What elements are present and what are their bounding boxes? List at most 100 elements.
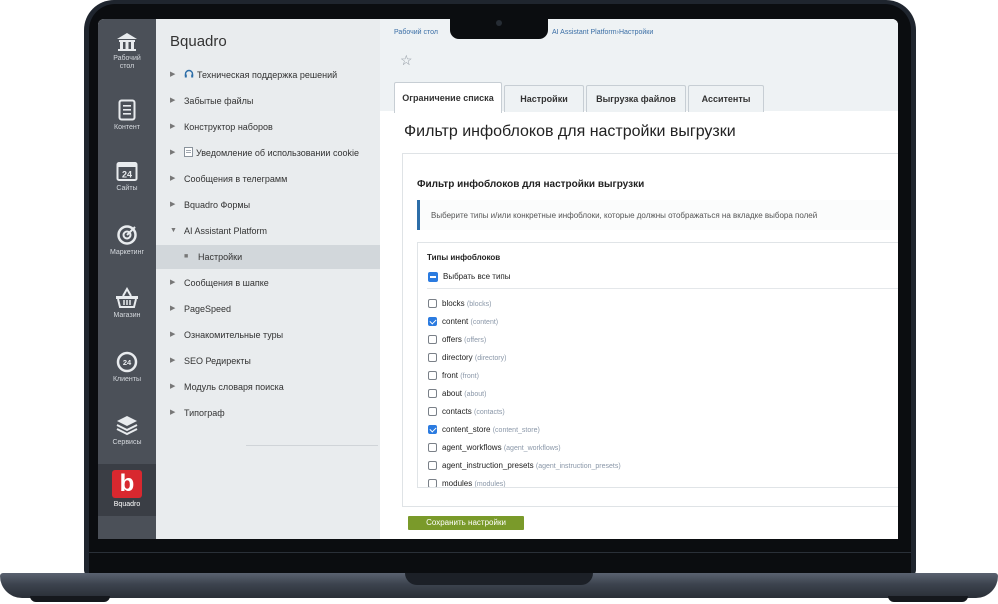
checkbox[interactable] bbox=[428, 443, 437, 453]
type-row[interactable]: agent_instruction_presets (agent_instruc… bbox=[428, 460, 621, 472]
menu-item-cookie-notice[interactable]: ▶ Уведомление об использовании cookie bbox=[156, 141, 380, 165]
svg-text:24: 24 bbox=[123, 358, 132, 367]
type-name: content_store bbox=[442, 425, 491, 434]
menu-item-typograf[interactable]: ▶ Типограф bbox=[156, 401, 380, 425]
tab-list-limit[interactable]: Ограничение списка bbox=[394, 82, 502, 113]
nav-sites[interactable]: 24 Сайты bbox=[98, 160, 156, 193]
nav-label: Сайты bbox=[116, 185, 138, 192]
document-icon bbox=[118, 99, 136, 121]
menu-title: Bquadro bbox=[170, 33, 227, 50]
type-name: offers bbox=[442, 335, 462, 344]
laptop-base-groove bbox=[405, 573, 593, 585]
laptop-chin bbox=[89, 539, 911, 575]
nav-bquadro[interactable]: b Bquadro bbox=[98, 464, 156, 516]
type-name: directory bbox=[442, 353, 473, 362]
nav-desktop[interactable]: Рабочий стол bbox=[98, 32, 156, 71]
checkbox[interactable] bbox=[428, 335, 437, 345]
checkbox[interactable] bbox=[428, 353, 437, 363]
nav-label: Маркетинг bbox=[109, 249, 145, 256]
save-settings-button[interactable]: Сохранить настройки bbox=[408, 516, 524, 530]
checkbox[interactable] bbox=[428, 371, 437, 381]
breadcrumb-settings[interactable]: Настройки bbox=[619, 29, 653, 36]
nav-label: Магазин bbox=[113, 312, 141, 319]
type-row[interactable]: contacts (contacts) bbox=[428, 406, 505, 418]
type-row[interactable]: blocks (blocks) bbox=[428, 298, 491, 310]
menu-item-set-constructor[interactable]: ▶ Конструктор наборов bbox=[156, 115, 380, 139]
menu-item-support[interactable]: ▶ Техническая поддержка решений bbox=[156, 63, 380, 87]
menu-item-search-dictionary[interactable]: ▶ Модуль словаря поиска bbox=[156, 375, 380, 399]
target-icon bbox=[117, 225, 137, 245]
menu-item-label: Забытые файлы bbox=[184, 96, 254, 106]
type-code: (modules) bbox=[474, 481, 506, 488]
menu-item-pagespeed[interactable]: ▶ PageSpeed bbox=[156, 297, 380, 321]
arrow-right-icon: ▶ bbox=[170, 149, 176, 156]
breadcrumb-ai-assistant[interactable]: AI Assistant Platform bbox=[552, 29, 617, 36]
nav-label: Сервисы bbox=[112, 439, 142, 446]
nav-label: Рабочий стол bbox=[113, 55, 141, 70]
checkbox[interactable] bbox=[428, 389, 437, 399]
laptop-foot-left bbox=[30, 596, 110, 602]
camera-notch bbox=[450, 15, 548, 39]
type-row[interactable]: modules (modules) bbox=[428, 478, 506, 488]
clients-24-icon: 24 bbox=[116, 351, 138, 373]
checkbox[interactable] bbox=[428, 299, 437, 309]
type-row[interactable]: about (about) bbox=[428, 388, 486, 400]
menu-item-seo-redirects[interactable]: ▶ SEO Редиректы bbox=[156, 349, 380, 373]
nav-shop[interactable]: Магазин bbox=[98, 287, 156, 320]
menu-item-ai-assistant[interactable]: ▼ AI Assistant Platform bbox=[156, 219, 380, 243]
select-all-toggle[interactable]: Выбрать все типы bbox=[428, 271, 511, 283]
nav-clients[interactable]: 24 Клиенты bbox=[98, 351, 156, 384]
minus-checkbox-icon[interactable] bbox=[428, 271, 438, 282]
tab-file-export[interactable]: Выгрузка файлов bbox=[586, 85, 686, 112]
star-icon[interactable]: ☆ bbox=[400, 52, 413, 69]
type-row[interactable]: offers (offers) bbox=[428, 334, 486, 346]
filter-card: Фильтр инфоблоков для настройки выгрузки… bbox=[402, 153, 898, 507]
menu-item-header-messages[interactable]: ▶ Сообщения в шапке bbox=[156, 271, 380, 295]
menu-item-tours[interactable]: ▶ Ознакомительные туры bbox=[156, 323, 380, 347]
checkbox-checked[interactable] bbox=[428, 425, 437, 435]
menu-item-bquadro-forms[interactable]: ▶ Bquadro Формы bbox=[156, 193, 380, 217]
type-code: (agent_workflows) bbox=[503, 445, 561, 452]
arrow-right-icon: ▶ bbox=[170, 305, 176, 312]
home-icon bbox=[117, 33, 137, 51]
page-icon bbox=[184, 147, 193, 157]
global-nav-panel: Рабочий стол Контент 24 Сайты Маркетинг … bbox=[98, 19, 156, 539]
arrow-right-icon: ▶ bbox=[170, 357, 176, 364]
checkbox[interactable] bbox=[428, 407, 437, 417]
type-row[interactable]: content (content) bbox=[428, 316, 498, 328]
basket-icon bbox=[116, 287, 138, 308]
arrow-right-icon: ▶ bbox=[170, 123, 176, 130]
type-row[interactable]: content_store (content_store) bbox=[428, 424, 540, 436]
type-name: agent_workflows bbox=[442, 443, 502, 452]
checkbox[interactable] bbox=[428, 479, 437, 487]
nav-marketing[interactable]: Маркетинг bbox=[98, 224, 156, 257]
checkbox[interactable] bbox=[428, 461, 437, 471]
breadcrumb-desktop[interactable]: Рабочий стол bbox=[394, 29, 438, 36]
type-name: blocks bbox=[442, 299, 465, 308]
checkbox-checked[interactable] bbox=[428, 317, 437, 327]
menu-item-label: PageSpeed bbox=[184, 304, 232, 314]
menu-item-telegram[interactable]: ▶ Сообщения в телеграмм bbox=[156, 167, 380, 191]
type-name: agent_instruction_presets bbox=[442, 461, 534, 470]
menu-item-forgotten-files[interactable]: ▶ Забытые файлы bbox=[156, 89, 380, 113]
laptop-foot-right bbox=[888, 596, 968, 602]
notice-text: Выберите типы и/или конкретные инфоблоки… bbox=[431, 211, 818, 220]
headset-icon bbox=[184, 69, 194, 78]
type-code: (content) bbox=[470, 319, 499, 326]
nav-content[interactable]: Контент bbox=[98, 99, 156, 132]
type-name: content bbox=[442, 317, 469, 326]
type-row[interactable]: directory (directory) bbox=[428, 352, 506, 364]
bullet-icon: ■ bbox=[184, 253, 189, 260]
arrow-right-icon: ▶ bbox=[170, 97, 176, 104]
nav-services[interactable]: Сервисы bbox=[98, 414, 156, 447]
tab-assistants[interactable]: Асситенты bbox=[688, 85, 764, 112]
menu-item-settings[interactable]: ■ Настройки bbox=[156, 245, 380, 269]
type-row[interactable]: agent_workflows (agent_workflows) bbox=[428, 442, 561, 454]
type-code: (content_store) bbox=[492, 427, 540, 434]
tab-settings[interactable]: Настройки bbox=[504, 85, 584, 112]
camera-icon bbox=[496, 20, 502, 26]
menu-item-label: Конструктор наборов bbox=[184, 122, 273, 132]
nav-label: Контент bbox=[114, 124, 140, 131]
arrow-right-icon: ▶ bbox=[170, 71, 176, 78]
type-row[interactable]: front (front) bbox=[428, 370, 479, 382]
